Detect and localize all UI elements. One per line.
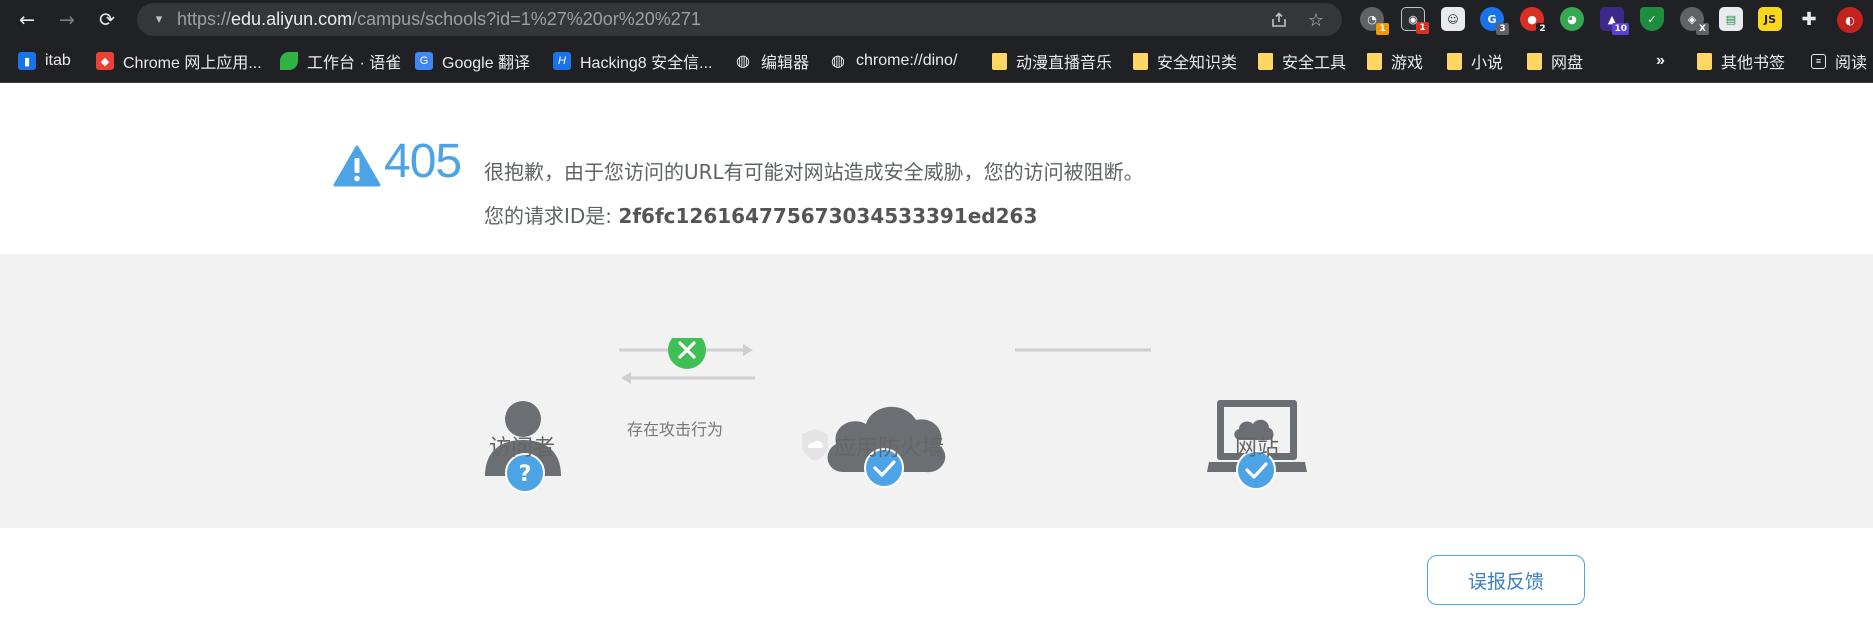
- extension-badge: 1: [1376, 23, 1389, 35]
- bookmark-label: Google 翻译: [442, 55, 531, 72]
- folder-icon: [1447, 52, 1462, 70]
- firewall-label: 应用防火墙: [834, 436, 945, 461]
- bookmark-star-icon[interactable]: ☆: [1304, 8, 1328, 32]
- bookmark-other[interactable]: 其他书签: [1697, 48, 1785, 74]
- extension-1-icon[interactable]: ◔ 1: [1360, 7, 1389, 35]
- bookmark-yuque[interactable]: 工作台 · 语雀: [280, 48, 401, 74]
- extension-3-icon[interactable]: ☺: [1441, 7, 1465, 31]
- bookmark-folder-novels[interactable]: 小说: [1447, 48, 1503, 74]
- bookmark-chrome-dino[interactable]: ◍ chrome://dino/: [829, 48, 957, 74]
- extension-badge: X: [1696, 23, 1709, 35]
- bookmarks-overflow-button[interactable]: »: [1656, 48, 1665, 74]
- puzzle-icon[interactable]: ✚: [1797, 7, 1821, 31]
- folder-icon: [992, 52, 1007, 70]
- url-host: edu.aliyun.com: [231, 9, 353, 29]
- chevron-down-icon[interactable]: ▾: [147, 7, 171, 31]
- extension-badge: 10: [1612, 23, 1629, 35]
- website-label: 网站: [1235, 436, 1280, 461]
- extension-badge: 1: [1416, 22, 1429, 34]
- bookmark-google-translate[interactable]: G Google 翻译: [415, 48, 530, 74]
- bookmark-label: 小说: [1471, 55, 1504, 72]
- yuque-icon: [280, 52, 298, 70]
- bookmark-folder-security-knowledge[interactable]: 安全知识类: [1133, 48, 1237, 74]
- profile-avatar-icon[interactable]: ◐: [1837, 7, 1863, 33]
- request-id-label: 您的请求ID是:: [484, 204, 619, 228]
- bookmark-folder-games[interactable]: 游戏: [1367, 48, 1423, 74]
- share-icon[interactable]: [1267, 8, 1291, 32]
- extension-5-icon[interactable]: ● 2: [1520, 7, 1549, 35]
- extension-badge: 3: [1496, 23, 1509, 35]
- itab-icon: ▮: [18, 52, 36, 70]
- bookmark-label: Hacking8 安全信...: [580, 55, 713, 72]
- blocked-arrows-icon: [619, 338, 755, 384]
- browser-toolbar: ← → ⟳ ▾ https://edu.aliyun.com/campus/sc…: [0, 0, 1873, 39]
- chrome-webstore-icon: ◆: [96, 52, 114, 70]
- bookmark-label: 编辑器: [761, 55, 810, 72]
- blocking-diagram: ? 访问者 存在攻击行为 应用防火墙 网站: [0, 254, 1873, 528]
- extension-8-icon[interactable]: ✓: [1640, 7, 1664, 31]
- reading-list-button[interactable]: ≡ 阅读: [1811, 48, 1867, 74]
- error-code: 405: [384, 135, 462, 188]
- reload-icon[interactable]: ⟳: [94, 7, 120, 33]
- bookmark-itab[interactable]: ▮ itab: [18, 48, 71, 74]
- warning-triangle-icon: [333, 145, 381, 187]
- bookmark-label: 工作台 · 语雀: [307, 55, 402, 72]
- hacking8-icon: H: [553, 52, 571, 70]
- google-translate-icon: G: [415, 52, 433, 70]
- globe-icon: ◍: [831, 53, 845, 70]
- bookmarks-bar: ▮ itab ◆ Chrome 网上应用... 工作台 · 语雀 G Google 翻…: [0, 39, 1873, 111]
- connector-line: [1015, 348, 1151, 352]
- visitor-label: 访问者: [489, 436, 556, 461]
- svg-text:?: ?: [519, 462, 532, 487]
- forward-arrow-icon[interactable]: →: [54, 7, 80, 33]
- bookmark-folder-security-tools[interactable]: 安全工具: [1258, 48, 1346, 74]
- page-content: 405 很抱歉，由于您访问的URL有可能对网站造成安全威胁，您的访问被阻断。 您…: [0, 84, 1873, 620]
- url-text[interactable]: https://edu.aliyun.com/campus/schools?id…: [177, 9, 701, 30]
- bookmark-folder-netdisk[interactable]: 网盘: [1527, 48, 1583, 74]
- bookmark-chrome-webstore[interactable]: ◆ Chrome 网上应用...: [96, 48, 262, 74]
- reading-list-icon: ≡: [1811, 53, 1826, 69]
- bookmark-label: 游戏: [1391, 55, 1424, 72]
- attack-behavior-label: 存在攻击行为: [627, 420, 724, 439]
- extension-10-icon[interactable]: ▤: [1719, 7, 1743, 31]
- bookmark-label: 安全工具: [1282, 55, 1347, 72]
- request-id-value: 2f6fc126164775673034533391ed263: [618, 204, 1038, 228]
- url-path: /campus/schools?id=1%27%20or%20%271: [352, 9, 701, 29]
- address-bar[interactable]: ▾ https://edu.aliyun.com/campus/schools?…: [137, 3, 1342, 36]
- request-id-line: 您的请求ID是: 2f6fc126164775673034533391ed263: [484, 200, 1037, 229]
- bookmark-label: Chrome 网上应用...: [123, 55, 262, 72]
- extension-4-icon[interactable]: G3: [1480, 7, 1509, 35]
- extension-badge: 2: [1536, 23, 1549, 35]
- folder-icon: [1258, 52, 1273, 70]
- bookmark-label: itab: [45, 52, 71, 69]
- back-arrow-icon[interactable]: ←: [14, 7, 40, 33]
- extension-9-icon[interactable]: ◈ X: [1680, 7, 1709, 35]
- bookmark-label: 阅读: [1835, 55, 1868, 72]
- globe-icon: ◍: [736, 53, 750, 70]
- bookmark-hacking8[interactable]: H Hacking8 安全信...: [553, 48, 713, 74]
- bookmark-label: chrome://dino/: [856, 52, 958, 69]
- bookmark-folder-anime[interactable]: 动漫直播音乐: [992, 48, 1112, 74]
- extension-6-icon[interactable]: ◕: [1560, 7, 1584, 31]
- folder-icon: [1697, 52, 1712, 70]
- bookmark-label: 动漫直播音乐: [1016, 55, 1113, 72]
- url-prefix: https://: [177, 9, 232, 29]
- false-positive-feedback-button[interactable]: 误报反馈: [1427, 555, 1585, 605]
- extension-7-icon[interactable]: ▲ 10: [1600, 7, 1629, 35]
- folder-icon: [1133, 52, 1148, 70]
- bookmark-label: 网盘: [1551, 55, 1584, 72]
- extension-11-icon[interactable]: JS: [1758, 7, 1782, 31]
- error-message: 很抱歉，由于您访问的URL有可能对网站造成安全威胁，您的访问被阻断。: [484, 160, 1144, 184]
- folder-icon: [1527, 52, 1542, 70]
- bookmark-label: 其他书签: [1721, 55, 1786, 72]
- extension-2-icon[interactable]: ◉ 1: [1401, 7, 1429, 34]
- bookmark-label: 安全知识类: [1157, 55, 1238, 72]
- bookmark-editor[interactable]: ◍ 编辑器: [734, 48, 809, 74]
- shield-icon: [802, 429, 828, 461]
- folder-icon: [1367, 52, 1382, 70]
